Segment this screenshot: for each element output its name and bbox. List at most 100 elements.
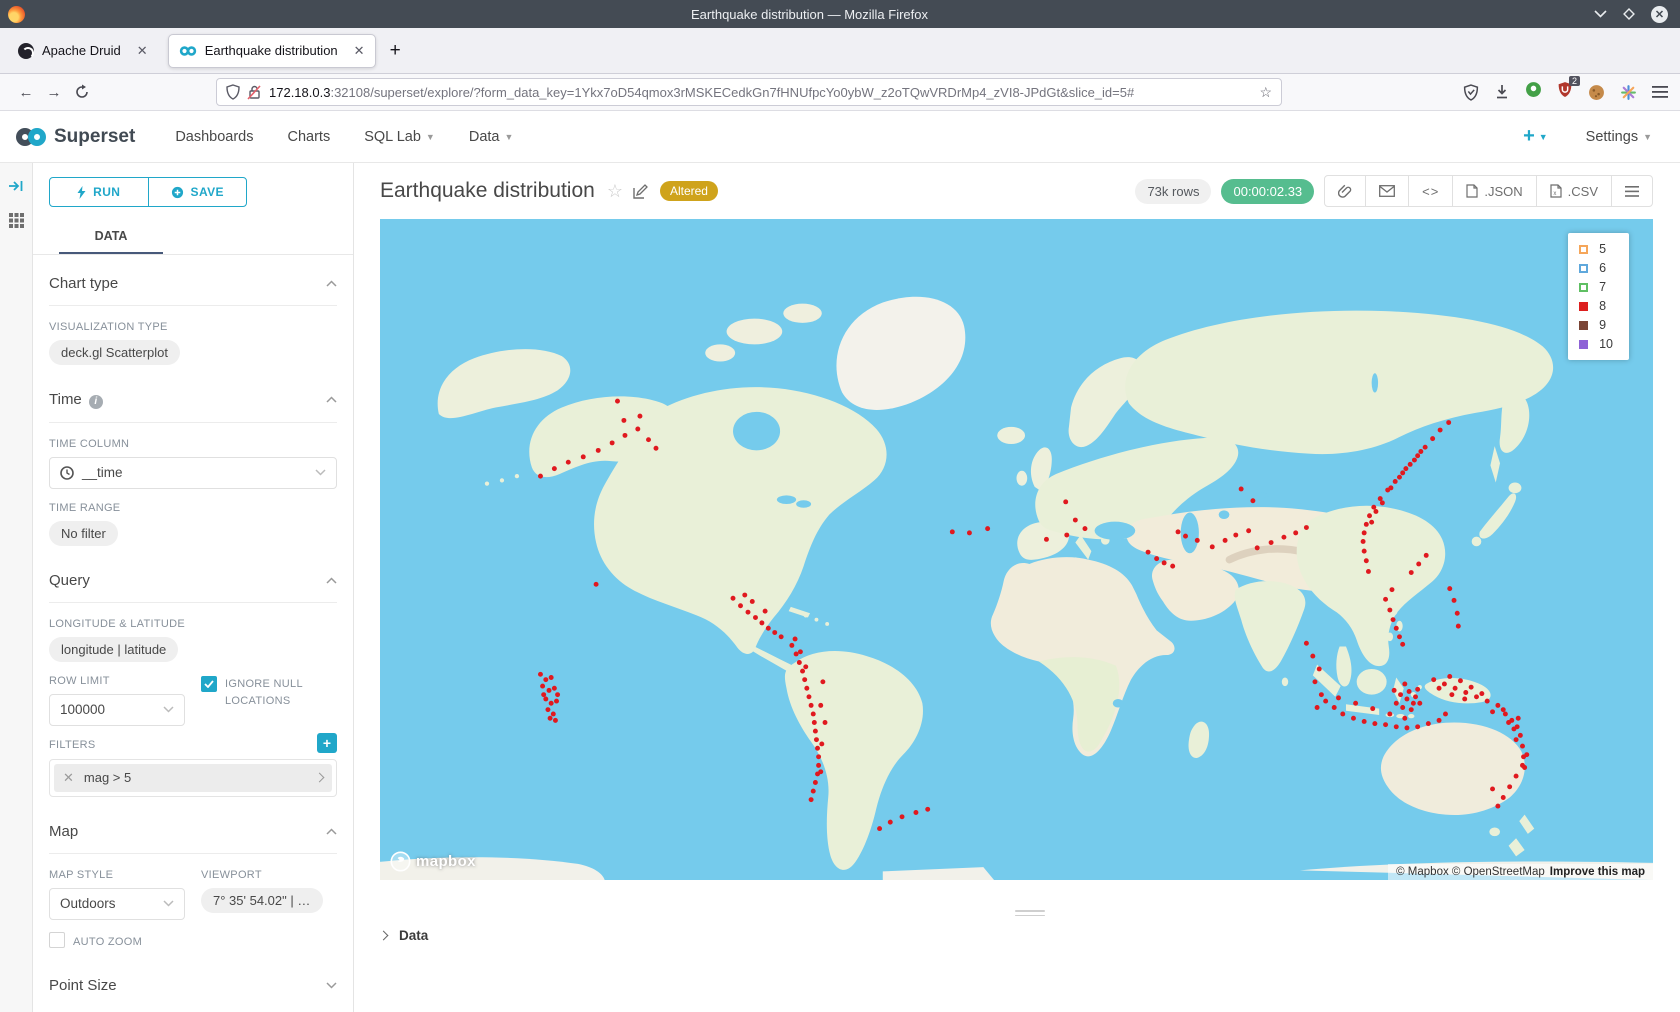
superset-brand[interactable]: Superset <box>54 126 135 148</box>
cookie-extension-icon[interactable] <box>1588 84 1605 101</box>
maximize-icon[interactable] <box>1623 8 1635 20</box>
deckgl-map[interactable]: 5678910 mapbox © Mapbox © OpenStreetMap … <box>380 219 1653 880</box>
minimize-icon[interactable] <box>1594 10 1607 18</box>
extension-green-icon[interactable] <box>1525 81 1542 103</box>
legend-item[interactable]: 5 <box>1579 242 1613 256</box>
tab-earthquake-distribution[interactable]: Earthquake distribution ✕ <box>168 34 376 68</box>
auto-zoom-checkbox[interactable]: AUTO ZOOM <box>49 932 185 952</box>
viewport-value[interactable]: 7° 35' 54.02" | 31... <box>201 888 323 913</box>
bookmark-star-icon[interactable]: ☆ <box>1259 84 1272 101</box>
new-item-button[interactable]: +▼ <box>1523 125 1548 148</box>
section-time[interactable]: Timei <box>33 371 353 422</box>
run-button[interactable]: RUN <box>50 178 148 206</box>
superset-navbar: Superset Dashboards Charts SQL Lab▼ Data… <box>0 111 1680 163</box>
chart-menu-button[interactable] <box>1611 176 1652 206</box>
time-column-select[interactable]: __time <box>49 457 337 489</box>
row-limit-select[interactable]: 100000 <box>49 694 185 726</box>
downloads-icon[interactable] <box>1494 84 1510 100</box>
filter-chip[interactable]: ✕ mag > 5 <box>54 764 332 792</box>
nav-sql-lab[interactable]: SQL Lab▼ <box>364 129 435 145</box>
legend-item[interactable]: 8 <box>1579 299 1613 313</box>
viz-type-value[interactable]: deck.gl Scatterplot <box>49 340 180 365</box>
legend-item[interactable]: 9 <box>1579 318 1613 332</box>
checkbox-checked-icon[interactable] <box>201 676 217 692</box>
legend-item[interactable]: 10 <box>1579 337 1613 351</box>
legend-swatch-icon <box>1579 302 1588 311</box>
save-button[interactable]: SAVE <box>148 178 247 206</box>
settings-menu[interactable]: Settings▼ <box>1586 129 1652 145</box>
insecure-lock-icon[interactable] <box>247 84 262 100</box>
close-tab-icon[interactable]: ✕ <box>354 43 365 59</box>
ublock-origin-icon[interactable]: 2 <box>1557 81 1573 103</box>
back-icon[interactable]: ← <box>12 84 40 101</box>
tab-data[interactable]: DATA <box>59 221 163 254</box>
email-button[interactable] <box>1365 176 1408 206</box>
legend-swatch-icon <box>1579 283 1588 292</box>
tab-apache-druid[interactable]: Apache Druid ✕ <box>8 34 158 68</box>
control-sections: Chart type VISUALIZATION TYPE deck.gl Sc… <box>33 255 353 1012</box>
section-chart-type[interactable]: Chart type <box>33 255 353 305</box>
circle-plus-icon <box>171 186 184 199</box>
query-timer-badge: 00:00:02.33 <box>1221 179 1314 204</box>
panel-resize-handle[interactable] <box>1015 910 1045 916</box>
legend-label: 7 <box>1599 280 1606 294</box>
row-limit-label: ROW LIMIT <box>49 675 185 687</box>
pinwheel-extension-icon[interactable] <box>1620 84 1637 101</box>
copy-link-button[interactable] <box>1325 176 1365 206</box>
section-query[interactable]: Query <box>33 552 353 602</box>
window-title: Earthquake distribution — Mozilla Firefo… <box>25 7 1594 22</box>
nav-data[interactable]: Data▼ <box>469 129 514 145</box>
embed-code-button[interactable]: <> <box>1408 176 1452 206</box>
row-count-badge: 73k rows <box>1135 179 1211 204</box>
improve-map-link[interactable]: Improve this map <box>1550 866 1645 878</box>
remove-filter-icon[interactable]: ✕ <box>63 770 74 786</box>
new-tab-button[interactable]: + <box>390 40 401 62</box>
dataset-grid-icon[interactable] <box>9 213 24 228</box>
legend-item[interactable]: 7 <box>1579 280 1613 294</box>
legend-label: 5 <box>1599 242 1606 256</box>
checkbox-unchecked-icon[interactable] <box>49 932 65 948</box>
filters-label: FILTERS <box>49 739 96 751</box>
chevron-down-icon: ▼ <box>504 132 513 142</box>
filter-container: ✕ mag > 5 <box>49 759 337 797</box>
data-collapse-row[interactable]: Data <box>380 928 1680 943</box>
chevron-up-icon <box>326 396 337 403</box>
window-titlebar: Earthquake distribution — Mozilla Firefo… <box>0 0 1680 28</box>
close-tab-icon[interactable]: ✕ <box>137 43 148 59</box>
ignore-null-checkbox[interactable]: IGNORE NULL LOCATIONS <box>201 676 321 711</box>
legend-item[interactable]: 6 <box>1579 261 1613 275</box>
edit-properties-icon[interactable] <box>633 184 648 199</box>
mapbox-logo[interactable]: mapbox <box>390 851 476 872</box>
reload-icon[interactable] <box>68 84 96 100</box>
nav-dashboards[interactable]: Dashboards <box>175 129 253 145</box>
legend-swatch-icon <box>1579 321 1588 330</box>
forward-icon[interactable]: → <box>40 84 68 101</box>
altered-badge: Altered <box>660 181 718 201</box>
map-style-select[interactable]: Outdoors <box>49 888 185 920</box>
export-csv-button[interactable]: x .CSV <box>1536 176 1611 206</box>
url-text: 172.18.0.3:32108/superset/explore/?form_… <box>269 85 1134 100</box>
nav-charts[interactable]: Charts <box>288 129 331 145</box>
close-window-icon[interactable]: ✕ <box>1651 6 1668 23</box>
results-area: Data <box>380 880 1680 1012</box>
export-json-button[interactable]: .JSON <box>1452 176 1535 206</box>
section-point-size[interactable]: Point Size <box>33 957 353 1007</box>
control-panel: RUN SAVE DATA Chart type VISUALIZATION T… <box>33 163 354 1012</box>
pocket-shield-icon[interactable] <box>1463 84 1479 101</box>
browser-toolbar: ← → 172.18.0.3:32108/superset/explore/?f… <box>0 74 1680 111</box>
superset-logo-icon[interactable] <box>14 125 48 149</box>
lonlat-value[interactable]: longitude | latitude <box>49 637 178 662</box>
expand-panel-icon[interactable] <box>8 179 24 193</box>
superset-favicon-icon <box>179 45 197 57</box>
chevron-down-icon: ▼ <box>1643 132 1652 142</box>
section-map[interactable]: Map <box>33 803 353 853</box>
code-icon: <> <box>1422 184 1439 199</box>
legend-label: 6 <box>1599 261 1606 275</box>
add-filter-button[interactable]: + <box>317 733 337 753</box>
chevron-down-icon: ▼ <box>426 132 435 142</box>
shield-permissions-icon[interactable] <box>226 84 240 100</box>
url-bar[interactable]: 172.18.0.3:32108/superset/explore/?form_… <box>216 78 1282 106</box>
favorite-star-icon[interactable]: ☆ <box>607 181 623 202</box>
hamburger-menu-icon[interactable] <box>1652 85 1668 99</box>
time-range-value[interactable]: No filter <box>49 521 118 546</box>
